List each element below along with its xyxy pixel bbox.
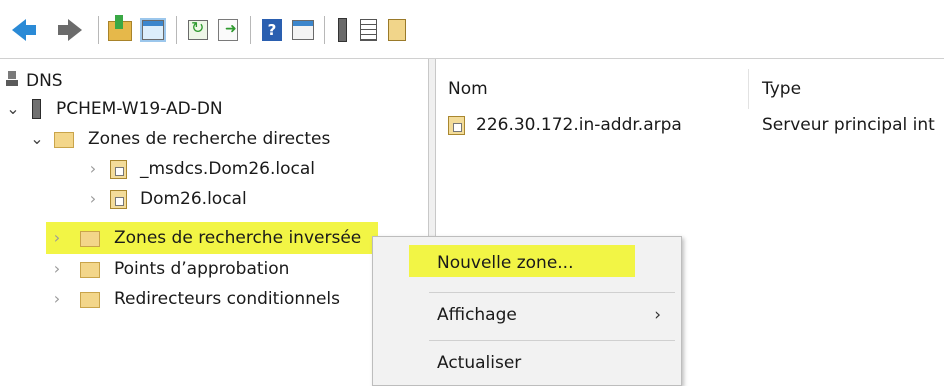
toolbar-separator bbox=[250, 16, 251, 44]
folder-icon bbox=[80, 231, 100, 247]
menu-item-label: Affichage bbox=[437, 305, 517, 325]
tree-node-label: Dom26.local bbox=[140, 189, 247, 209]
menu-item-view[interactable]: Affichage › bbox=[373, 295, 681, 335]
forward-arrow-icon[interactable] bbox=[58, 19, 82, 41]
tree-node-dns[interactable]: DNS bbox=[0, 67, 420, 95]
back-arrow-icon[interactable] bbox=[12, 19, 36, 41]
row-type: Serveur principal int bbox=[762, 115, 935, 135]
toolbar-separator bbox=[324, 16, 325, 44]
folder-icon bbox=[54, 132, 74, 148]
tree-node-label: _msdcs.Dom26.local bbox=[140, 159, 316, 179]
tree-node-label: Zones de recherche directes bbox=[88, 129, 331, 149]
folder-icon bbox=[80, 262, 100, 278]
toolbar-separator bbox=[176, 16, 177, 44]
show-hide-console-tree-icon[interactable] bbox=[140, 18, 166, 42]
menu-item-label: Actualiser bbox=[437, 353, 522, 373]
menu-item-refresh[interactable]: Actualiser bbox=[373, 343, 681, 383]
chevron-right-icon[interactable]: › bbox=[50, 285, 64, 313]
zone-file-icon bbox=[110, 160, 127, 179]
tree-node-trust-points[interactable]: › Points d’approbation bbox=[0, 255, 420, 283]
chevron-down-icon[interactable]: ⌄ bbox=[30, 125, 44, 153]
menu-separator bbox=[429, 340, 675, 341]
tree-node-forward-zones[interactable]: ⌄ Zones de recherche directes bbox=[0, 125, 420, 153]
zone-file-icon bbox=[448, 116, 465, 135]
refresh-icon[interactable] bbox=[188, 18, 208, 40]
export-list-icon[interactable] bbox=[218, 19, 238, 41]
tree-node-reverse-zones[interactable]: › Zones de recherche inversée bbox=[0, 224, 420, 252]
chevron-right-icon[interactable]: › bbox=[50, 224, 64, 252]
column-header-type[interactable]: Type bbox=[762, 71, 801, 107]
folder-icon bbox=[80, 292, 100, 308]
tree-node-label: PCHEM-W19-AD-DN bbox=[56, 99, 223, 119]
tree-node-label: DNS bbox=[26, 71, 63, 91]
tree-node-msdcs-zone[interactable]: › _msdcs.Dom26.local bbox=[0, 155, 420, 183]
chevron-right-icon[interactable]: › bbox=[50, 255, 64, 283]
column-separator[interactable] bbox=[748, 69, 749, 109]
column-header-name[interactable]: Nom bbox=[448, 71, 488, 107]
up-folder-icon[interactable] bbox=[108, 15, 132, 41]
toolbar-separator bbox=[98, 16, 99, 44]
tree-node-label: Redirecteurs conditionnels bbox=[114, 289, 341, 309]
chevron-right-icon: › bbox=[654, 305, 661, 325]
list-icon[interactable] bbox=[360, 19, 377, 41]
server-icon[interactable] bbox=[338, 18, 347, 42]
chevron-right-icon[interactable]: › bbox=[86, 155, 100, 183]
help-glyph: ? bbox=[267, 21, 277, 39]
zone-file-icon bbox=[110, 190, 127, 209]
server-icon bbox=[32, 99, 41, 119]
chevron-right-icon[interactable]: › bbox=[86, 185, 100, 213]
tree-node-server[interactable]: ⌄ PCHEM-W19-AD-DN bbox=[0, 95, 420, 123]
chevron-down-icon[interactable]: ⌄ bbox=[6, 95, 20, 123]
dns-icon bbox=[6, 71, 18, 87]
zone-file-icon[interactable] bbox=[388, 19, 406, 41]
show-hide-action-pane-icon[interactable] bbox=[292, 20, 314, 40]
tree-node-label: Zones de recherche inversée bbox=[114, 228, 362, 248]
console-tree: DNS ⌄ PCHEM-W19-AD-DN ⌄ Zones de recherc… bbox=[0, 59, 428, 378]
menu-item-label: Nouvelle zone... bbox=[437, 253, 574, 273]
toolbar: ? bbox=[0, 0, 944, 59]
menu-separator bbox=[429, 292, 675, 293]
tree-node-conditional-forwarders[interactable]: › Redirecteurs conditionnels bbox=[0, 285, 420, 313]
tree-node-label: Points d’approbation bbox=[114, 259, 290, 279]
context-menu: Nouvelle zone... Affichage › Actualiser bbox=[372, 236, 682, 386]
menu-item-new-zone[interactable]: Nouvelle zone... bbox=[373, 243, 681, 283]
help-icon[interactable]: ? bbox=[262, 19, 282, 41]
tree-node-dom26-zone[interactable]: › Dom26.local bbox=[0, 185, 420, 213]
table-row[interactable]: 226.30.172.in-addr.arpa Serveur principa… bbox=[436, 111, 944, 139]
row-name: 226.30.172.in-addr.arpa bbox=[476, 115, 682, 135]
